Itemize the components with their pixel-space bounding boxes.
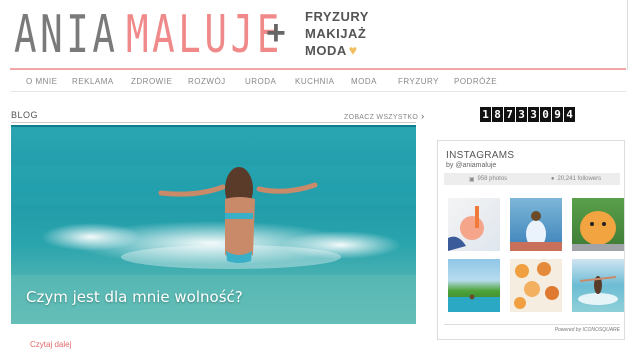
counter-digit: 8 (492, 107, 503, 122)
post-title[interactable]: Czym jest dla mnie wolność? (26, 288, 243, 306)
instagram-photo[interactable] (572, 259, 624, 312)
read-more-link[interactable]: Czytaj dalej (30, 340, 71, 349)
person-icon: ● (550, 176, 555, 182)
blog-section-title: BLOG (11, 110, 39, 120)
instagram-photo[interactable] (448, 198, 500, 251)
photos-stat: ▣ 958 photos (444, 176, 532, 183)
nav-item-rozwoj[interactable]: ROZWÓJ (188, 77, 226, 86)
logo-tagline: FRYZURY MAKIJAŻ MODA ♥ (305, 8, 375, 59)
site-logo[interactable]: ANIA MALUJE (14, 4, 283, 66)
tagline-line-3: MODA ♥ (305, 42, 375, 59)
powered-by[interactable]: Powered by ICONOSQUARE (555, 327, 620, 333)
main-nav: O MNIE REKLAMA ZDROWIE ROZWÓJ URODA KUCH… (10, 70, 626, 92)
photos-count: 958 photos (477, 176, 508, 182)
site-header: ANIA MALUJE + FRYZURY MAKIJAŻ MODA ♥ (0, 0, 628, 70)
see-all-label: ZOBACZ WSZYSTKO (344, 114, 419, 121)
counter-digit: 4 (564, 107, 575, 122)
followers-count: 20,241 followers (557, 176, 602, 182)
instagram-stats: ▣ 958 photos ● 20,241 followers (444, 173, 620, 185)
instagram-photo[interactable] (510, 198, 562, 251)
instagram-photo[interactable] (448, 259, 500, 312)
nav-item-kuchnia[interactable]: KUCHNIA (295, 77, 335, 86)
logo-maluje: MALUJE (126, 5, 283, 65)
instagram-photo[interactable] (572, 198, 624, 251)
nav-item-podroze[interactable]: PODRÓŻE (454, 77, 497, 86)
counter-digit: 3 (528, 107, 539, 122)
featured-post-image[interactable]: Czym jest dla mnie wolność? (11, 125, 416, 324)
logo-plus: + (266, 14, 286, 52)
nav-item-uroda[interactable]: URODA (245, 77, 276, 86)
tagline-line-2: MAKIJAŻ (305, 26, 367, 41)
nav-item-zdrowie[interactable]: ZDROWIE (131, 77, 172, 86)
counter-digit: 7 (504, 107, 515, 122)
counter-digit: 3 (516, 107, 527, 122)
counter-digit: 9 (552, 107, 563, 122)
counter-digit: 0 (540, 107, 551, 122)
blog-divider (11, 122, 416, 123)
counter-digit: 1 (480, 107, 491, 122)
tagline-line-1: FRYZURY (305, 9, 369, 24)
instagram-grid (448, 198, 624, 316)
instagram-user[interactable]: by @aniamaluje (446, 162, 496, 169)
see-all-link[interactable]: ZOBACZ WSZYSTKO › (344, 111, 424, 121)
instagram-widget: INSTAGRAMS by @aniamaluje ▣ 958 photos ●… (437, 140, 625, 340)
nav-item-o-mnie[interactable]: O MNIE (26, 77, 57, 86)
logo-ania: ANIA (14, 5, 119, 65)
instagram-photo[interactable] (510, 259, 562, 312)
nav-item-moda[interactable]: MODA (351, 77, 377, 86)
chevron-right-icon: › (421, 111, 425, 121)
camera-icon: ▣ (468, 176, 475, 183)
heart-icon: ♥ (348, 42, 358, 58)
instagram-title: INSTAGRAMS (446, 150, 515, 161)
nav-item-reklama[interactable]: REKLAMA (72, 77, 114, 86)
visit-counter: 1 8 7 3 3 0 9 4 (480, 107, 575, 122)
widget-divider (444, 324, 620, 325)
followers-stat: ● 20,241 followers (532, 176, 620, 182)
nav-item-fryzury[interactable]: FRYZURY (398, 77, 439, 86)
tagline-line-3-text: MODA (305, 43, 347, 58)
